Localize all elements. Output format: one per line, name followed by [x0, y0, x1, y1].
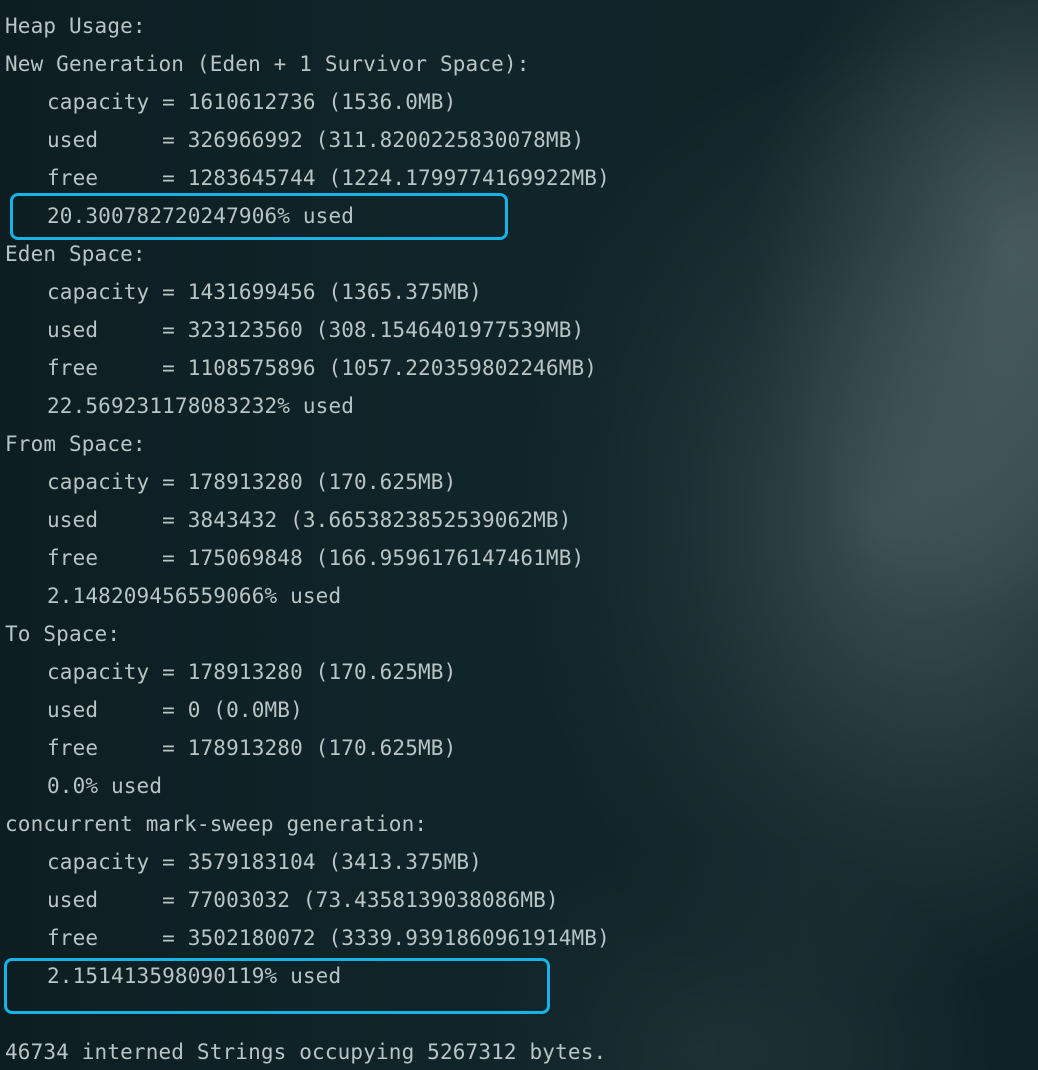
eden-space-heading: Eden Space:	[5, 242, 146, 266]
new-generation-capacity: capacity = 1610612736 (1536.0MB)	[47, 90, 457, 114]
to-space-heading: To Space:	[5, 622, 121, 646]
cms-generation-heading: concurrent mark-sweep generation:	[5, 812, 428, 836]
new-generation-heading: New Generation (Eden + 1 Survivor Space)…	[5, 52, 530, 76]
cms-generation-free: free = 3502180072 (3339.9391860961914MB)	[47, 926, 610, 950]
from-space-heading: From Space:	[5, 432, 146, 456]
interned-strings-summary: 46734 interned Strings occupying 5267312…	[5, 1040, 607, 1064]
new-generation-percent-used: 20.300782720247906% used	[47, 204, 355, 228]
to-space-used: used = 0 (0.0MB)	[47, 698, 303, 722]
new-generation-used: used = 326966992 (311.8200225830078MB)	[47, 128, 585, 152]
from-space-free: free = 175069848 (166.9596176147461MB)	[47, 546, 585, 570]
eden-space-capacity: capacity = 1431699456 (1365.375MB)	[47, 280, 482, 304]
from-space-capacity: capacity = 178913280 (170.625MB)	[47, 470, 457, 494]
to-space-capacity: capacity = 178913280 (170.625MB)	[47, 660, 457, 684]
from-space-used: used = 3843432 (3.6653823852539062MB)	[47, 508, 572, 532]
from-space-percent-used: 2.148209456559066% used	[47, 584, 342, 608]
eden-space-free: free = 1108575896 (1057.220359802246MB)	[47, 356, 598, 380]
to-space-percent-used: 0.0% used	[47, 774, 163, 798]
cms-generation-capacity: capacity = 3579183104 (3413.375MB)	[47, 850, 482, 874]
terminal-output[interactable]: Heap Usage: New Generation (Eden + 1 Sur…	[5, 7, 1025, 1070]
to-space-free: free = 178913280 (170.625MB)	[47, 736, 457, 760]
heap-usage-heading: Heap Usage:	[5, 14, 146, 38]
cms-generation-used: used = 77003032 (73.4358139038086MB)	[47, 888, 559, 912]
cms-generation-percent-used: 2.151413598090119% used	[47, 964, 342, 988]
eden-space-used: used = 323123560 (308.1546401977539MB)	[47, 318, 585, 342]
eden-space-percent-used: 22.569231178083232% used	[47, 394, 355, 418]
new-generation-free: free = 1283645744 (1224.1799774169922MB)	[47, 166, 610, 190]
